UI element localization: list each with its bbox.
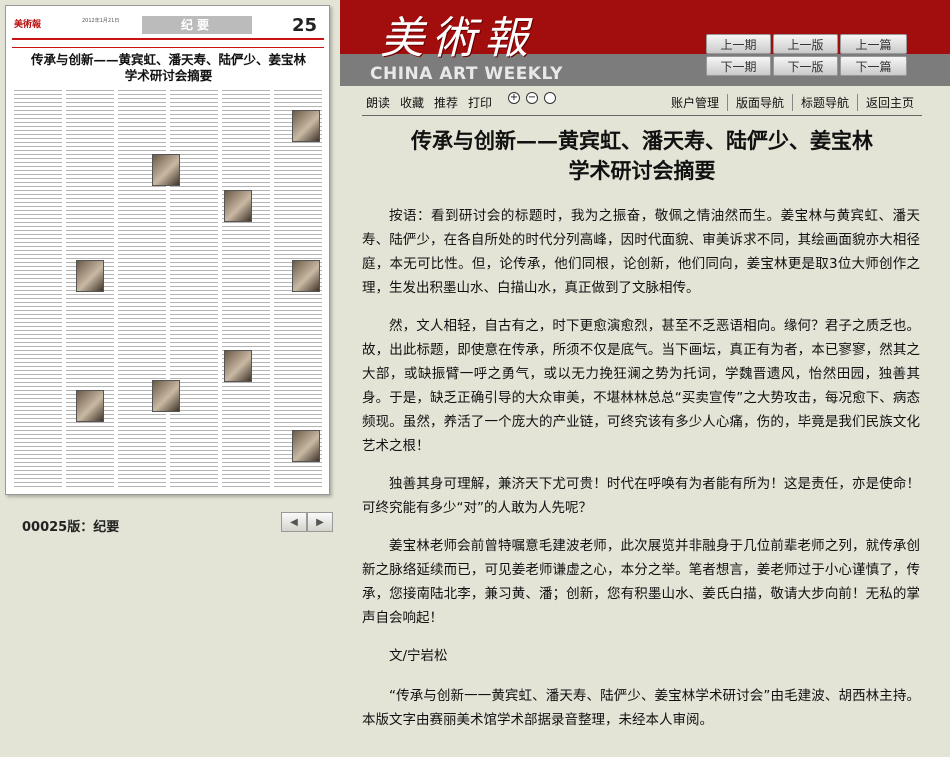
thumbnail-portrait-photo: [292, 110, 320, 142]
page-thumbnail[interactable]: 美術報 2012年1月21日 纪要 25 传承与创新——黄宾虹、潘天寿、陆俨少、…: [5, 5, 330, 495]
prev-page-button[interactable]: 上一版: [773, 34, 838, 54]
thumbnail-column: [170, 90, 218, 488]
thumbnail-logo: 美術報: [14, 20, 42, 30]
next-article-button[interactable]: 下一篇: [840, 56, 907, 76]
prev-page-arrow-icon[interactable]: ◀: [281, 512, 307, 532]
thumbnail-portrait-photo: [224, 190, 252, 222]
thumbnail-title-line1: 传承与创新——黄宾虹、潘天寿、陆俨少、姜宝林: [30, 52, 306, 67]
toolbar-divider: [362, 115, 922, 116]
thumbnail-text-columns: [14, 90, 324, 488]
favorite-link[interactable]: 收藏: [400, 94, 424, 111]
article-toolbar: 朗读 收藏 推荐 打印 + − 账户管理 版面导航 标题导航 返回主页: [362, 92, 922, 112]
thumbnail-portrait-photo: [152, 154, 180, 186]
article-paragraph: 独善其身可理解，兼济天下尤可贵！时代在呼唤有为者能有所为！这是责任，亦是使命！可…: [362, 476, 920, 516]
article-headline: 传承与创新——黄宾虹、潘天寿、陆俨少、姜宝林 学术研讨会摘要: [362, 126, 922, 186]
thumbnail-section-label: 纪要: [142, 16, 252, 34]
next-issue-button[interactable]: 下一期: [706, 56, 771, 76]
next-page-arrow-icon[interactable]: ▶: [307, 512, 333, 532]
thumbnail-portrait-photo: [76, 260, 104, 292]
title-navigation-link[interactable]: 标题导航: [791, 94, 857, 111]
thumbnail-rule: [12, 42, 324, 48]
font-zoom-controls: + −: [508, 92, 556, 104]
print-link[interactable]: 打印: [468, 94, 492, 111]
article-paragraph: “传承与创新一一黄宾虹、潘天寿、陆俨少、姜宝林学术研讨会”由毛建波、胡西林主持。…: [362, 688, 920, 728]
return-home-link[interactable]: 返回主页: [856, 94, 922, 111]
article-headline-line1: 传承与创新——黄宾虹、潘天寿、陆俨少、姜宝林: [411, 128, 873, 153]
article-body: 按语：看到研讨会的标题时，我为之振奋，敬佩之情油然而生。姜宝林与黄宾虹、潘天寿、…: [362, 204, 920, 746]
site-navigation: 账户管理 版面导航 标题导航 返回主页: [663, 94, 922, 111]
prev-article-button[interactable]: 上一篇: [840, 34, 907, 54]
zoom-out-icon[interactable]: −: [526, 92, 538, 104]
issue-navigation: 上一期 上一版 上一篇 下一期 下一版 下一篇: [706, 34, 907, 76]
thumbnail-column: [14, 90, 62, 488]
article-byline: 文/宁岩松: [389, 648, 448, 664]
masthead-logo[interactable]: 美術報: [380, 2, 536, 66]
thumbnail-portrait-photo: [292, 260, 320, 292]
masthead: 美術報 CHINA ART WEEKLY 上一期 上一版 上一篇 下一期 下一版…: [340, 0, 950, 86]
left-panel: 美術報 2012年1月21日 纪要 25 传承与创新——黄宾虹、潘天寿、陆俨少、…: [0, 0, 340, 757]
page-label: 00025版：纪要: [22, 520, 120, 535]
thumbnail-portrait-photo: [224, 350, 252, 382]
thumbnail-portrait-photo: [292, 430, 320, 462]
thumbnail-date: 2012年1月21日: [82, 18, 120, 24]
read-aloud-link[interactable]: 朗读: [366, 94, 390, 111]
thumbnail-portrait-photo: [76, 390, 104, 422]
recommend-link[interactable]: 推荐: [434, 94, 458, 111]
article-paragraph: 然，文人相轻，自古有之，时下更愈演愈烈，甚至不乏恶语相向。缘何？君子之质乏也。故…: [362, 318, 920, 454]
thumbnail-page-number: 25: [292, 15, 318, 36]
zoom-in-icon[interactable]: +: [508, 92, 520, 104]
article-headline-line2: 学术研讨会摘要: [568, 158, 716, 183]
account-management-link[interactable]: 账户管理: [663, 94, 727, 111]
thumbnail-column: [222, 90, 270, 488]
zoom-reset-icon[interactable]: [544, 92, 556, 104]
page-pager: ◀ ▶: [281, 512, 333, 532]
article-actions: 朗读 收藏 推荐 打印: [366, 94, 492, 111]
article-paragraph: 姜宝林老师会前曾特嘱意毛建波老师，此次展览并非融身于几位前辈老师之列，就传承创新…: [362, 538, 920, 626]
article-paragraph: 按语：看到研讨会的标题时，我为之振奋，敬佩之情油然而生。姜宝林与黄宾虹、潘天寿、…: [362, 208, 920, 296]
masthead-english-title: CHINA ART WEEKLY: [370, 64, 563, 84]
thumbnail-portrait-photo: [152, 380, 180, 412]
layout-navigation-link[interactable]: 版面导航: [726, 94, 792, 111]
thumbnail-column: [118, 90, 166, 488]
thumbnail-header: 美術報 2012年1月21日 纪要 25: [12, 14, 324, 40]
prev-issue-button[interactable]: 上一期: [706, 34, 771, 54]
thumbnail-title-line2: 学术研讨会摘要: [124, 68, 213, 83]
thumbnail-title: 传承与创新——黄宾虹、潘天寿、陆俨少、姜宝林 学术研讨会摘要: [16, 52, 321, 84]
next-page-button[interactable]: 下一版: [773, 56, 838, 76]
